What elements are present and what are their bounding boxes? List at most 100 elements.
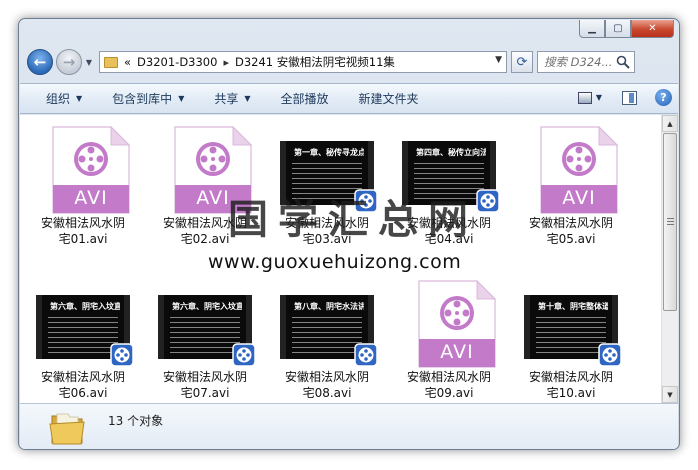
file-item[interactable]: AVI 安徽相法风水阴 宅05.avi: [510, 115, 632, 247]
file-item[interactable]: 第八章、阴宅水法讲解 安徽相法风水阴宅08.avi: [266, 269, 388, 401]
search-input[interactable]: [544, 55, 618, 69]
file-name-line1: 安徽相法风水阴: [40, 216, 125, 230]
file-item[interactable]: AVI 安徽相法风水阴 宅02.avi: [144, 115, 266, 247]
file-name-line2: 宅04.avi: [424, 232, 474, 246]
include-library-label: 包含到库中: [112, 92, 173, 106]
frame-text-lines: [170, 315, 240, 353]
file-item[interactable]: 第一章、秘传寻龙点穴之 安徽相法风水阴宅03.avi: [266, 115, 388, 247]
help-icon[interactable]: ?: [655, 89, 672, 106]
explorer-window: ▁ ▢ ✕ ← → ▼ « D3201-D3300 ▸ D3241 安徽相法阴宅…: [18, 18, 680, 450]
avi-label: AVI: [440, 341, 474, 363]
file-view: AVI 安徽相法风水阴 宅01.avi AVI 安徽相法风水阴 宅02.avi 第一章、…: [20, 115, 678, 403]
file-thumbnail: AVI: [144, 115, 266, 214]
file-name-line2: 宅06.avi: [58, 386, 108, 400]
file-name-line1: 安徽相法风水阴: [284, 216, 369, 230]
address-bar[interactable]: « D3201-D3300 ▸ D3241 安徽相法阴宅视频11集 ▼: [99, 51, 507, 73]
scroll-down-button[interactable]: ▼: [662, 386, 678, 403]
back-button[interactable]: ←: [27, 49, 53, 75]
minimize-button[interactable]: ▁: [579, 20, 605, 38]
file-name-line2: 宅10.avi: [546, 386, 596, 400]
maximize-button[interactable]: ▢: [605, 20, 631, 38]
chevron-down-icon: ▼: [244, 94, 251, 103]
file-thumbnail: AVI: [510, 115, 632, 214]
scroll-up-button[interactable]: ▲: [662, 115, 678, 132]
file-item[interactable]: 第四章、秘传立向法诀 安徽相法风水阴宅04.avi: [388, 115, 510, 247]
search-box[interactable]: [537, 51, 635, 73]
file-thumbnail: 第四章、秘传立向法诀: [388, 115, 510, 213]
avi-label: AVI: [74, 187, 108, 209]
folder-icon: [104, 56, 118, 68]
media-player-badge-icon: [354, 189, 378, 213]
frame-title: 第一章、秘传寻龙点穴之: [294, 147, 364, 157]
file-thumbnail: 第六章、阴宅入坟直断: [22, 269, 144, 367]
change-view-icon[interactable]: [577, 91, 592, 104]
file-thumbnail: 第十章、阴宅整体道理: [510, 269, 632, 367]
vertical-scrollbar[interactable]: ▲ ▼: [661, 115, 678, 403]
file-name-line1: 安徽相法风水阴: [162, 216, 247, 230]
file-name-line1: 安徽相法风水阴: [406, 370, 491, 384]
file-name-line2: 宅01.avi: [58, 232, 108, 246]
file-name-line2: 宅03.avi: [302, 232, 352, 246]
file-thumbnail: AVI: [388, 269, 510, 368]
avi-label: AVI: [196, 187, 230, 209]
file-name-line1: 安徽相法风水阴: [40, 370, 125, 384]
file-name-line2: 宅02.avi: [180, 232, 230, 246]
avi-label: AVI: [562, 187, 596, 209]
details-pane: 13 个对象: [20, 403, 678, 449]
include-library-button[interactable]: 包含到库中 ▼: [112, 90, 184, 107]
file-name-line1: 安徽相法风水阴: [284, 370, 369, 384]
file-name-line1: 安徽相法风水阴: [528, 370, 613, 384]
organize-button[interactable]: 组织 ▼: [46, 90, 82, 107]
file-grid: AVI 安徽相法风水阴 宅01.avi AVI 安徽相法风水阴 宅02.avi 第一章、…: [20, 115, 660, 403]
grip-icon: [667, 218, 674, 225]
caption-buttons: ▁ ▢ ✕: [579, 20, 674, 39]
file-name-line2: 宅05.avi: [546, 232, 596, 246]
media-player-badge-icon: [476, 189, 500, 213]
command-bar: 组织 ▼ 包含到库中 ▼ 共享 ▼ 全部播放 新建文件夹 ▼ ?: [20, 83, 678, 114]
breadcrumb-item-current[interactable]: D3241 安徽相法阴宅视频11集: [235, 54, 395, 70]
file-name-line2: 宅07.avi: [180, 386, 230, 400]
frame-title: 第八章、阴宅水法讲解: [294, 301, 364, 311]
media-player-badge-icon: [354, 343, 378, 367]
close-button[interactable]: ✕: [631, 20, 674, 38]
file-item[interactable]: 第六章、阴宅入坟直断 安徽相法风水阴宅06.avi: [22, 269, 144, 401]
preview-pane-icon[interactable]: [622, 90, 637, 105]
share-button[interactable]: 共享 ▼: [214, 90, 250, 107]
recent-pages-dropdown[interactable]: ▼: [83, 58, 95, 67]
breadcrumb-overflow[interactable]: «: [124, 55, 131, 69]
forward-button[interactable]: →: [56, 49, 82, 75]
media-player-badge-icon: [598, 343, 622, 367]
frame-text-lines: [292, 161, 362, 199]
search-icon[interactable]: [616, 55, 630, 69]
refresh-button[interactable]: ⟳: [511, 51, 533, 73]
frame-title: 第十章、阴宅整体道理: [538, 301, 608, 311]
file-thumbnail: 第一章、秘传寻龙点穴之: [266, 115, 388, 213]
breadcrumb-chevron-icon[interactable]: ▸: [223, 56, 229, 69]
share-label: 共享: [214, 92, 239, 106]
address-dropdown-icon[interactable]: ▼: [495, 55, 502, 65]
new-folder-button[interactable]: 新建文件夹: [359, 90, 419, 107]
chevron-down-icon: ▼: [76, 94, 83, 103]
frame-text-lines: [414, 161, 484, 199]
frame-text-lines: [292, 315, 362, 353]
item-count: 13 个对象: [108, 414, 164, 428]
file-item[interactable]: AVI 安徽相法风水阴 宅01.avi: [22, 115, 144, 247]
media-player-badge-icon: [110, 343, 134, 367]
breadcrumb-item-parent[interactable]: D3201-D3300: [137, 55, 217, 69]
play-all-button[interactable]: 全部播放: [281, 90, 329, 107]
file-item[interactable]: 第十章、阴宅整体道理 安徽相法风水阴宅10.avi: [510, 269, 632, 401]
file-item[interactable]: 第六章、阴宅入坟直断 安徽相法风水阴宅07.avi: [144, 269, 266, 401]
media-player-badge-icon: [232, 343, 256, 367]
folder-icon: [49, 413, 85, 445]
file-thumbnail: AVI: [22, 115, 144, 214]
file-name-line2: 宅08.avi: [302, 386, 352, 400]
frame-title: 第六章、阴宅入坟直断: [172, 301, 242, 311]
file-item[interactable]: AVI 安徽相法风水阴 宅09.avi: [388, 269, 510, 401]
frame-text-lines: [536, 315, 606, 353]
frame-title: 第六章、阴宅入坟直断: [50, 301, 120, 311]
file-thumbnail: 第八章、阴宅水法讲解: [266, 269, 388, 367]
chevron-down-icon: ▼: [178, 94, 185, 103]
scroll-thumb[interactable]: [663, 133, 677, 311]
file-name-line1: 安徽相法风水阴: [162, 370, 247, 384]
view-options-dropdown[interactable]: ▼: [596, 93, 602, 102]
